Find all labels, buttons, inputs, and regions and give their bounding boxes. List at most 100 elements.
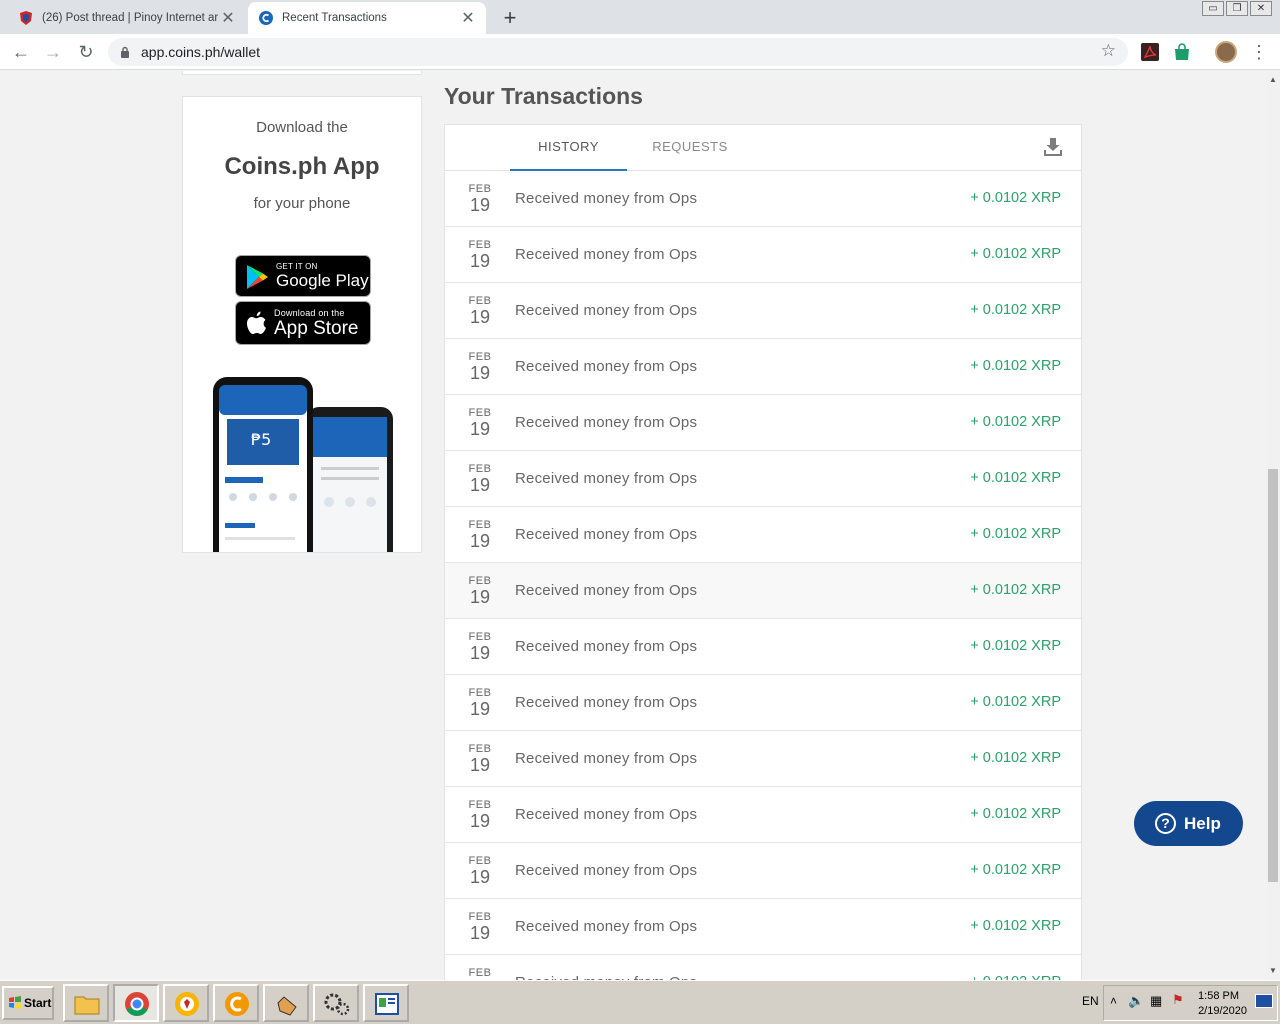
- transaction-day: 19: [469, 419, 491, 439]
- transaction-day: 19: [469, 475, 491, 495]
- forward-arrow-icon[interactable]: →: [41, 40, 65, 64]
- browser-toolbar: ← → ↻ app.coins.ph/wallet ☆ ⋮: [0, 34, 1280, 70]
- profile-avatar[interactable]: [1215, 41, 1237, 63]
- page-scrollbar[interactable]: ▲ ▼: [1266, 71, 1280, 980]
- url-text: app.coins.ph/wallet: [141, 44, 261, 60]
- app-store-big-text: App Store: [274, 318, 359, 339]
- transaction-day: 19: [469, 867, 491, 887]
- transactions-panel: HISTORY REQUESTS FEB 19 Received money fro…: [444, 124, 1082, 980]
- taskbar-app-c[interactable]: [213, 984, 259, 1022]
- download-icon[interactable]: [1043, 137, 1063, 157]
- windows-taskbar: Start EN ˄ 🔈 ▦ ⚑ 1:58 PM 2/19/2020: [0, 980, 1280, 1024]
- transaction-row[interactable]: FEB19Received money from Ops+ 0.0102 XRP: [445, 171, 1081, 227]
- transaction-amount: + 0.0102 XRP: [970, 750, 1061, 766]
- taskbar-brave-browser[interactable]: [163, 984, 209, 1022]
- scroll-down-arrow-icon[interactable]: ▼: [1266, 964, 1280, 978]
- volume-icon[interactable]: 🔈: [1128, 993, 1144, 1009]
- google-play-icon: [247, 265, 268, 289]
- transaction-row[interactable]: FEB19Received money from Ops+ 0.0102 XRP: [445, 619, 1081, 675]
- taskbar-app-hand[interactable]: [263, 984, 309, 1022]
- transaction-description: Received money from Ops: [515, 302, 698, 319]
- clock-time[interactable]: 1:58 PM: [1198, 990, 1239, 1002]
- transaction-row[interactable]: FEB19Received money from Ops+ 0.0102 XRP: [445, 227, 1081, 283]
- minimize-window-button[interactable]: ▭: [1202, 1, 1224, 16]
- transaction-amount: + 0.0102 XRP: [970, 358, 1061, 374]
- show-desktop-icon[interactable]: [1255, 994, 1273, 1008]
- language-indicator[interactable]: EN: [1082, 994, 1099, 1008]
- close-tab-icon[interactable]: ✕: [220, 8, 236, 28]
- transaction-row[interactable]: FEB19Received money from Ops+ 0.0102 XRP: [445, 675, 1081, 731]
- google-play-button[interactable]: GET IT ON Google Play: [235, 255, 371, 297]
- transaction-month: FEB: [468, 743, 492, 755]
- browser-tab-pinoy-internet[interactable]: (26) Post thread | Pinoy Internet ar ✕: [8, 2, 246, 34]
- google-play-small-text: GET IT ON: [276, 262, 318, 271]
- transaction-row[interactable]: FEB19Received money from Ops+ 0.0102 XRP: [445, 339, 1081, 395]
- transaction-row[interactable]: FEB19Received money from Ops+ 0.0102 XRP: [445, 451, 1081, 507]
- transaction-month: FEB: [468, 631, 492, 643]
- transaction-month: FEB: [468, 463, 492, 475]
- close-window-button[interactable]: ✕: [1250, 1, 1272, 16]
- action-center-icon[interactable]: ⚑: [1172, 992, 1184, 1008]
- app-store-button[interactable]: Download on the App Store: [235, 301, 371, 345]
- transaction-amount: + 0.0102 XRP: [970, 918, 1061, 934]
- transaction-day: 19: [469, 587, 491, 607]
- transaction-description: Received money from Ops: [515, 414, 698, 431]
- restore-window-button[interactable]: ❐: [1226, 1, 1248, 16]
- transaction-row[interactable]: FEB19Received money from Ops+ 0.0102 XRP: [445, 955, 1081, 980]
- browser-tab-strip: (26) Post thread | Pinoy Internet ar ✕ R…: [0, 0, 1280, 34]
- tab-requests[interactable]: REQUESTS: [635, 125, 745, 171]
- forum-favicon-icon: [20, 11, 32, 25]
- start-button[interactable]: Start: [2, 986, 54, 1020]
- tab-history[interactable]: HISTORY: [510, 125, 627, 171]
- transaction-month: FEB: [468, 575, 492, 587]
- help-button[interactable]: ? Help: [1134, 801, 1243, 846]
- app-title: Coins.ph App: [224, 153, 380, 180]
- transaction-row[interactable]: FEB19Received money from Ops+ 0.0102 XRP: [445, 899, 1081, 955]
- taskbar-app-gears[interactable]: [313, 984, 359, 1022]
- bookmark-star-icon[interactable]: ☆: [1101, 41, 1116, 61]
- pdf-extension-icon[interactable]: [1140, 42, 1160, 62]
- transaction-day: 19: [469, 307, 491, 327]
- new-tab-button[interactable]: +: [498, 5, 522, 31]
- windows-flag-icon: [9, 996, 21, 1009]
- transaction-description: Received money from Ops: [515, 750, 698, 767]
- scrollbar-thumb[interactable]: [1268, 469, 1278, 882]
- help-button-label: Help: [1184, 814, 1221, 833]
- browser-tab-recent-transactions[interactable]: Recent Transactions ✕: [248, 2, 486, 34]
- transaction-row[interactable]: FEB19Received money from Ops+ 0.0102 XRP: [445, 563, 1081, 619]
- transaction-month: FEB: [468, 351, 492, 363]
- shopping-bag-extension-icon[interactable]: [1172, 42, 1192, 62]
- back-arrow-icon[interactable]: ←: [9, 40, 33, 64]
- browser-menu-icon[interactable]: ⋮: [1250, 40, 1268, 64]
- scroll-up-arrow-icon[interactable]: ▲: [1266, 73, 1280, 87]
- reload-icon[interactable]: ↻: [74, 40, 98, 64]
- transaction-row[interactable]: FEB19Received money from Ops+ 0.0102 XRP: [445, 731, 1081, 787]
- taskbar-chrome[interactable]: [113, 984, 159, 1022]
- network-icon[interactable]: ▦: [1150, 993, 1162, 1009]
- transaction-row[interactable]: FEB19Received money from Ops+ 0.0102 XRP: [445, 507, 1081, 563]
- question-mark-icon: ?: [1155, 813, 1176, 834]
- address-bar[interactable]: app.coins.ph/wallet ☆: [108, 38, 1128, 66]
- apple-logo-icon: [247, 311, 266, 334]
- clock-date[interactable]: 2/19/2020: [1198, 1005, 1247, 1017]
- svg-text:₱5: ₱5: [251, 430, 271, 449]
- transaction-day: 19: [469, 923, 491, 943]
- taskbar-file-explorer[interactable]: [63, 984, 109, 1022]
- taskbar-app-window[interactable]: [363, 984, 409, 1022]
- transaction-row[interactable]: FEB19Received money from Ops+ 0.0102 XRP: [445, 787, 1081, 843]
- gears-icon: [324, 993, 350, 1016]
- transaction-amount: + 0.0102 XRP: [970, 246, 1061, 262]
- tray-expand-icon[interactable]: ˄: [1110, 994, 1117, 1008]
- transaction-row[interactable]: FEB19Received money from Ops+ 0.0102 XRP: [445, 283, 1081, 339]
- transaction-day: 19: [469, 643, 491, 663]
- transaction-amount: + 0.0102 XRP: [970, 526, 1061, 542]
- transaction-amount: + 0.0102 XRP: [970, 190, 1061, 206]
- browser-tab-title: Recent Transactions: [282, 12, 387, 24]
- close-tab-icon[interactable]: ✕: [460, 8, 476, 28]
- transaction-month: FEB: [468, 799, 492, 811]
- transaction-row[interactable]: FEB19Received money from Ops+ 0.0102 XRP: [445, 395, 1081, 451]
- transaction-month: FEB: [468, 407, 492, 419]
- transaction-month: FEB: [468, 183, 492, 195]
- transaction-row[interactable]: FEB19Received money from Ops+ 0.0102 XRP: [445, 843, 1081, 899]
- window-controls: ▭ ❐ ✕: [1202, 1, 1272, 16]
